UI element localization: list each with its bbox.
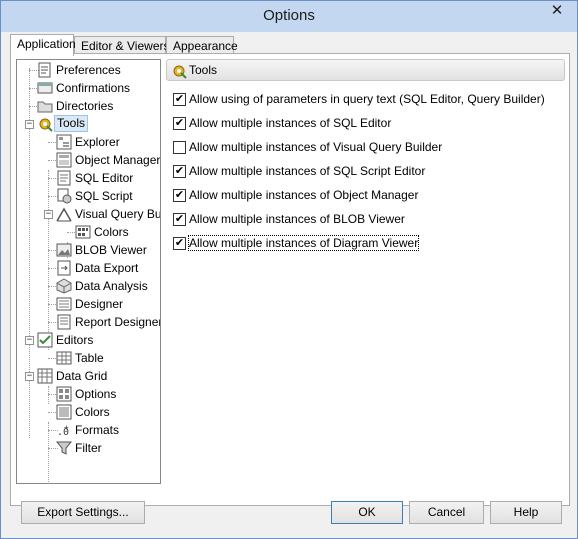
tree-item-preferences[interactable]: Preferences xyxy=(17,61,160,79)
tools-icon xyxy=(37,116,53,132)
collapse-icon[interactable]: − xyxy=(25,372,34,381)
ok-button[interactable]: OK xyxy=(331,501,403,524)
data-grid-icon xyxy=(37,368,53,384)
checkbox-checked[interactable]: ✔ xyxy=(173,117,186,130)
formats-icon: .0 + xyxy=(56,422,72,438)
tree-item-directories[interactable]: Directories xyxy=(17,97,160,115)
filter-icon xyxy=(55,440,73,456)
checkbox-checked[interactable]: ✔ xyxy=(173,93,186,106)
tree-item-tools[interactable]: − Tools xyxy=(17,115,160,133)
dialog-client: Application Editor & Viewers Appearance xyxy=(8,32,570,533)
folder-icon xyxy=(37,98,53,114)
sql-editor-icon xyxy=(56,170,72,186)
explorer-icon xyxy=(56,134,72,150)
tree-item-formats[interactable]: .0 + Formats xyxy=(17,421,160,439)
title-bar[interactable]: Options ✕ xyxy=(1,1,577,32)
checkbox-unchecked[interactable] xyxy=(173,141,186,154)
collapse-icon[interactable]: − xyxy=(44,210,53,219)
tree-item-filter[interactable]: Filter xyxy=(17,439,160,457)
checkbox-checked[interactable]: ✔ xyxy=(173,189,186,202)
tree-item-object-manager[interactable]: Object Manager xyxy=(17,151,160,169)
confirmations-icon xyxy=(37,80,53,96)
section-title: Tools xyxy=(189,63,218,77)
query-builder-icon xyxy=(56,206,72,222)
tree-item-editors[interactable]: − Editors xyxy=(17,331,160,349)
section-header-tools: Tools xyxy=(166,59,565,81)
checkbox-checked[interactable]: ✔ xyxy=(173,213,186,226)
tab-panel-application: Preferences Confirmations Directories − … xyxy=(10,53,570,506)
tree-item-explorer[interactable]: Explorer xyxy=(17,133,160,151)
checkbox-checked[interactable]: ✔ xyxy=(173,165,186,178)
tree-item-data-export[interactable]: Data Export xyxy=(17,259,160,277)
tools-icon xyxy=(171,63,187,79)
tree-item-report-designer[interactable]: Report Designer xyxy=(17,313,160,331)
report-designer-icon xyxy=(56,314,72,330)
table-icon xyxy=(56,350,72,366)
svg-text:+: + xyxy=(64,423,69,432)
colors-icon xyxy=(75,224,91,240)
tree-item-table[interactable]: Table xyxy=(17,349,160,367)
options-icon xyxy=(56,386,72,402)
tree-item-data-grid[interactable]: − Data Grid xyxy=(17,367,160,385)
tree-item-blob-viewer[interactable]: BLOB Viewer xyxy=(17,241,160,259)
tree-item-confirmations[interactable]: Confirmations xyxy=(17,79,160,97)
editors-icon xyxy=(37,332,53,348)
data-analysis-icon xyxy=(56,278,72,294)
tree-item-vqb-colors[interactable]: Colors xyxy=(17,223,160,241)
blob-viewer-icon xyxy=(56,242,72,258)
data-export-icon xyxy=(56,260,72,276)
tree-item-grid-colors[interactable]: Colors xyxy=(17,403,160,421)
close-icon[interactable]: ✕ xyxy=(543,1,571,23)
tree-item-sql-script[interactable]: SQL Script xyxy=(17,187,160,205)
designer-icon xyxy=(56,296,72,312)
tree-item-data-analysis[interactable]: Data Analysis xyxy=(17,277,160,295)
export-settings-button[interactable]: Export Settings... xyxy=(21,501,145,524)
preferences-icon xyxy=(37,62,53,78)
window-title: Options xyxy=(263,7,315,24)
tab-application[interactable]: Application xyxy=(10,34,76,56)
sql-script-icon xyxy=(56,188,72,204)
tree-item-designer[interactable]: Designer xyxy=(17,295,160,313)
options-window: Options ✕ Application Editor & Viewers A… xyxy=(0,0,578,539)
checkbox-checked[interactable]: ✔ xyxy=(173,237,186,250)
collapse-icon[interactable]: − xyxy=(25,336,34,345)
tree-item-grid-options[interactable]: Options xyxy=(17,385,160,403)
object-manager-icon xyxy=(56,152,72,168)
help-button[interactable]: Help xyxy=(490,501,562,524)
options-tree[interactable]: Preferences Confirmations Directories − … xyxy=(16,59,161,484)
tree-item-visual-query-builder[interactable]: − Visual Query Builder xyxy=(17,205,160,223)
collapse-icon[interactable]: − xyxy=(25,120,34,129)
cancel-button[interactable]: Cancel xyxy=(409,501,484,524)
colors-icon xyxy=(56,404,72,420)
tree-item-sql-editor[interactable]: SQL Editor xyxy=(17,169,160,187)
